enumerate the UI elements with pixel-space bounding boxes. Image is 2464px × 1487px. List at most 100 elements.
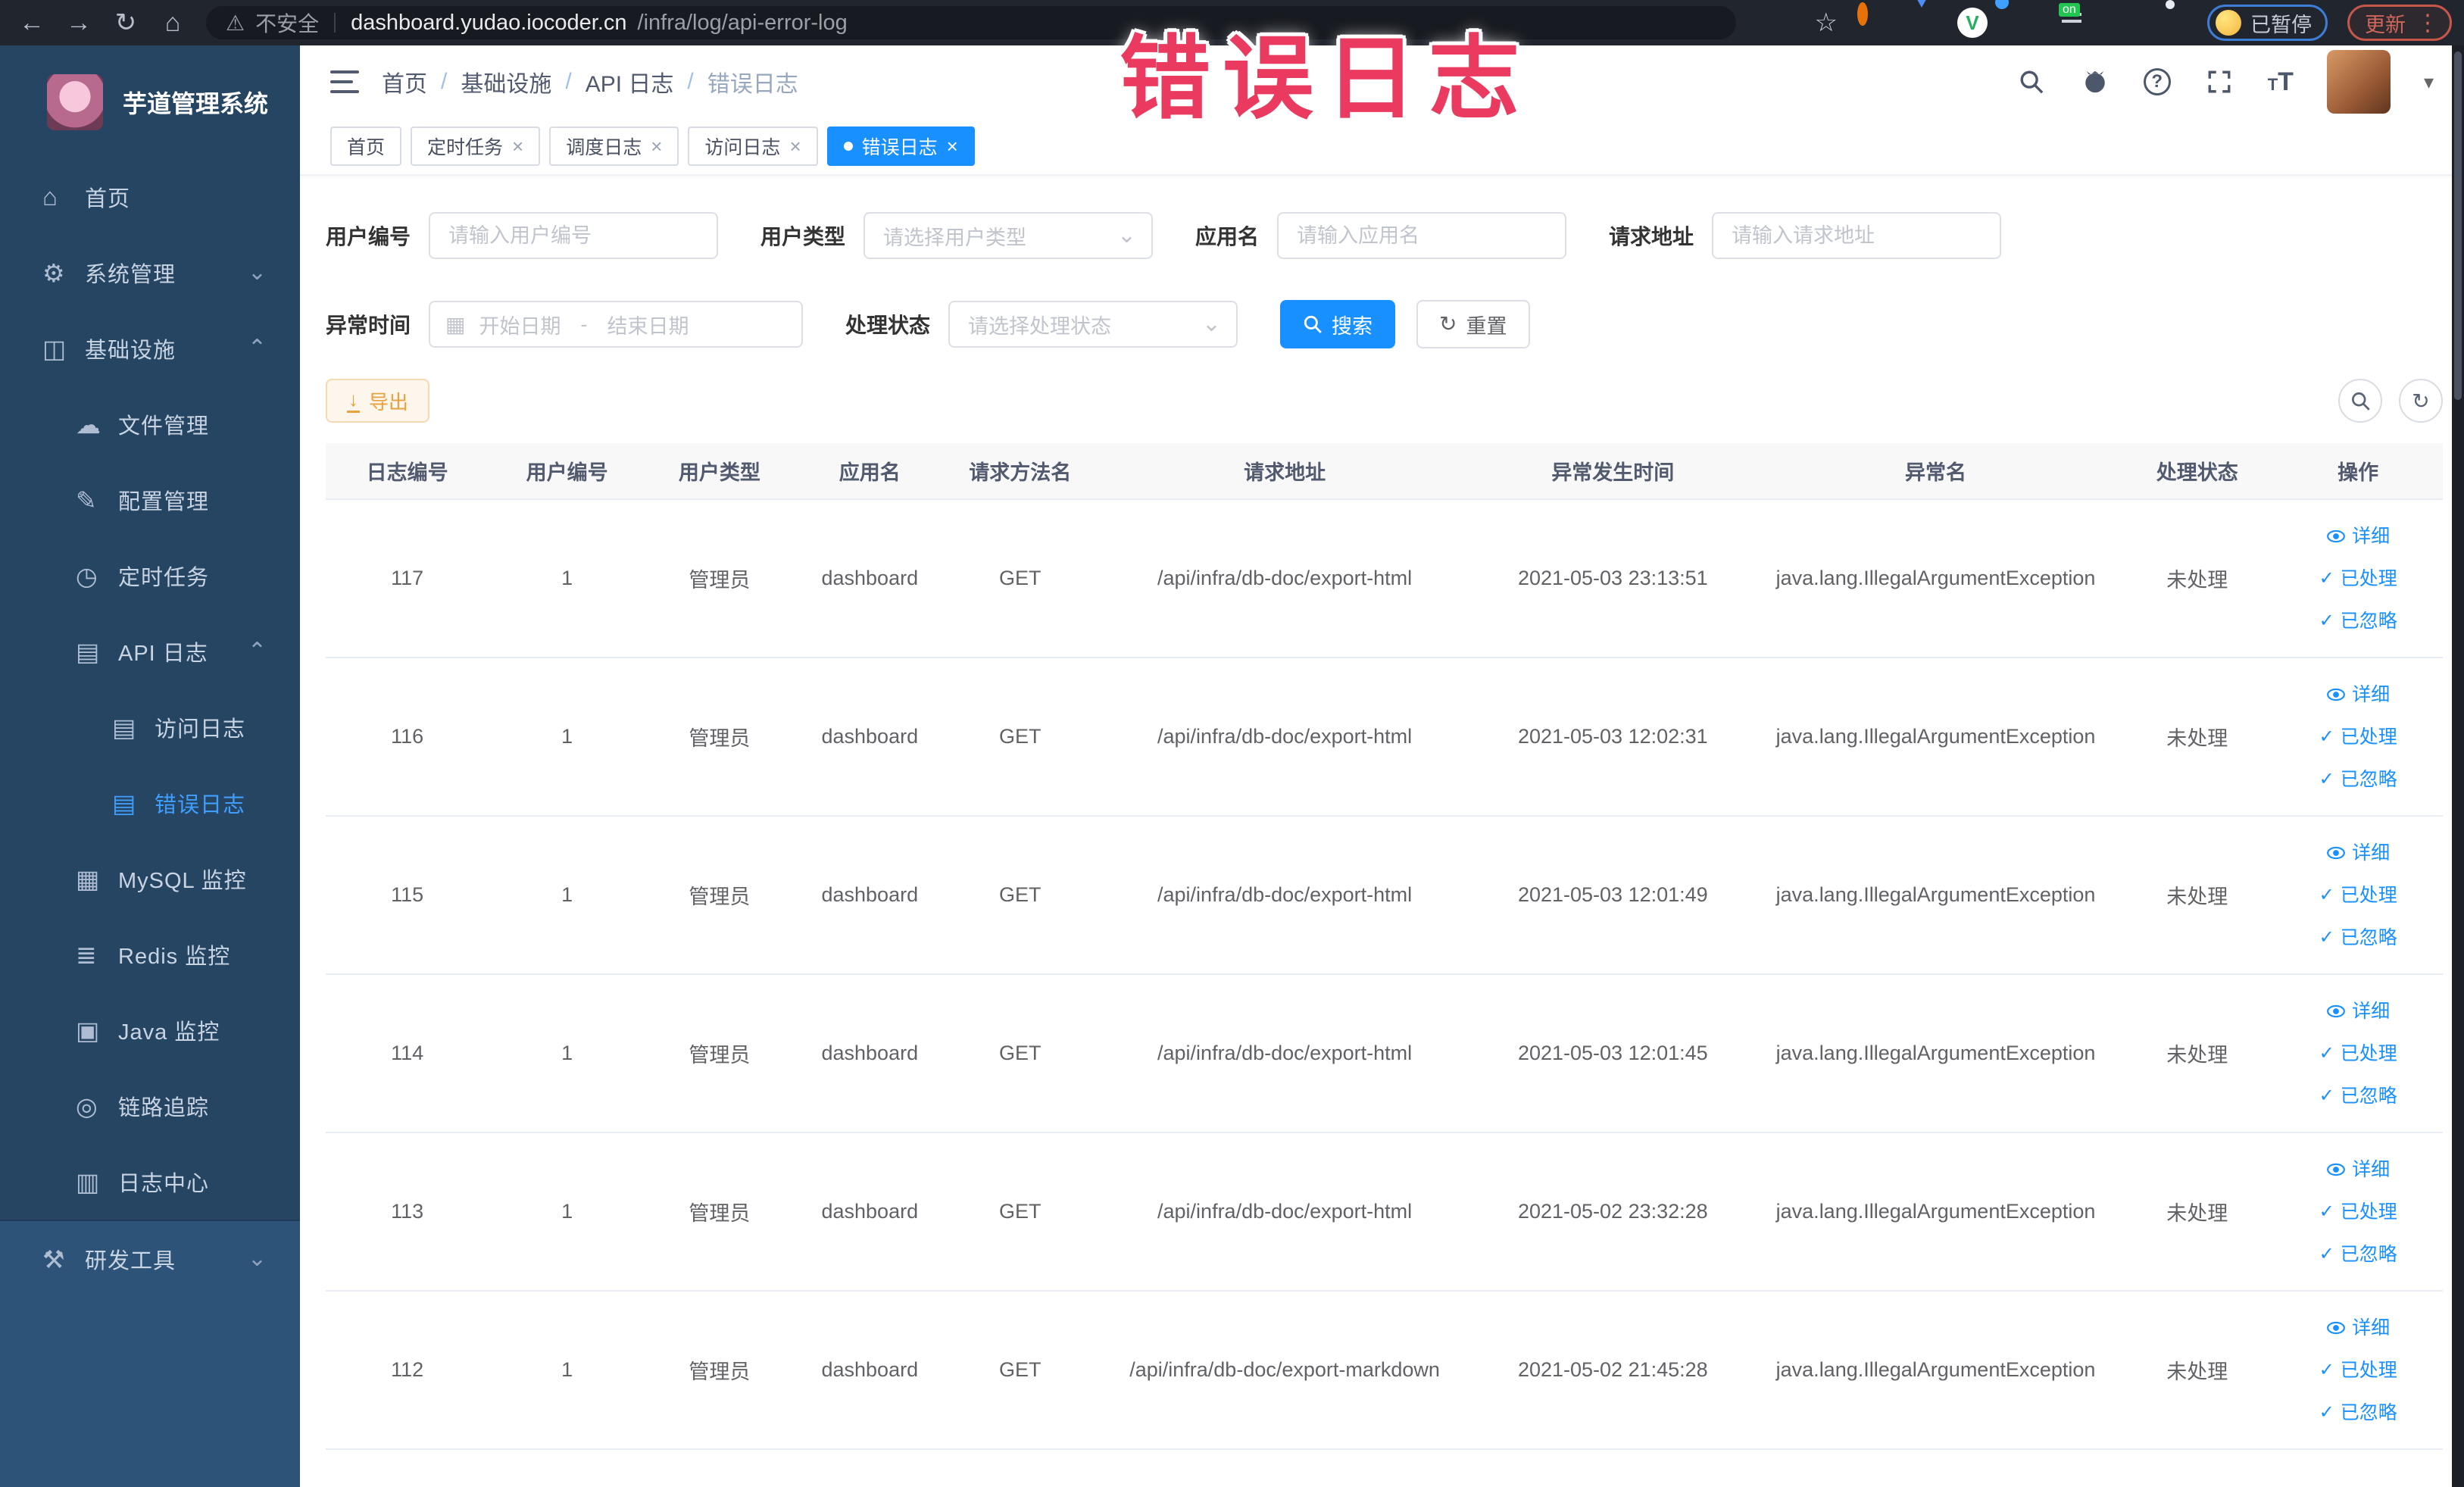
mark-ignored-link[interactable]: ✓ 已忽略 (2279, 917, 2437, 959)
tab-1[interactable]: 定时任务 × (411, 127, 541, 166)
extension-icon-vee[interactable]: V (1957, 8, 1988, 38)
sidebar-item-config[interactable]: ✎ 配置管理 (0, 462, 300, 538)
kebab-menu-icon[interactable]: ⋮ (2416, 10, 2439, 36)
close-icon[interactable]: × (512, 136, 523, 156)
sidebar-item-java-monitor[interactable]: ▣ Java 监控 (0, 992, 300, 1068)
detail-link[interactable]: 详细 (2279, 1307, 2437, 1349)
detail-link[interactable]: 详细 (2279, 990, 2437, 1032)
browser-home-icon[interactable]: ⌂ (153, 3, 192, 42)
extension-icon-orange[interactable] (1857, 2, 1888, 38)
chevron-down-icon[interactable]: ▾ (2424, 70, 2434, 94)
toggle-search-button[interactable] (2338, 379, 2382, 423)
close-icon[interactable]: × (651, 136, 662, 156)
font-size-icon[interactable]: TT (2268, 67, 2294, 97)
cell-request-url: /api/infra/db-doc/export-markdown (1094, 1291, 1476, 1450)
mark-ignored-link[interactable]: ✓ 已忽略 (2279, 1233, 2437, 1276)
sidebar-item-error-log[interactable]: ▤ 错误日志 (0, 765, 300, 841)
refresh-table-button[interactable]: ↻ (2399, 379, 2443, 423)
reset-button[interactable]: ↻ 重置 (1416, 300, 1530, 348)
filter-row-1: 用户编号 用户类型 请选择用户类型 ⌄ 应用名 请求地址 (326, 212, 2443, 259)
mark-ignored-link[interactable]: ✓ 已忽略 (2279, 1392, 2437, 1434)
github-icon[interactable] (2080, 67, 2110, 97)
extension-icon-switch[interactable] (2057, 8, 2088, 38)
tab-3[interactable]: 访问日志 × (688, 127, 818, 166)
tab-4[interactable]: 错误日志 × (826, 127, 975, 166)
filter-process-status-select[interactable]: 请选择处理状态 ⌄ (948, 301, 1238, 348)
collapse-menu-icon[interactable] (330, 70, 359, 93)
user-avatar[interactable] (2326, 50, 2391, 114)
sidebar-item-infra[interactable]: ◫ 基础设施 ⌃ (0, 311, 300, 386)
detail-link[interactable]: 详细 (2279, 1148, 2437, 1191)
sidebar-item-home[interactable]: ⌂ 首页 (0, 159, 300, 235)
sidebar-item-jobs[interactable]: ◷ 定时任务 (0, 538, 300, 614)
extension-icon-grid[interactable] (2007, 8, 2038, 38)
sidebar-item-system[interactable]: ⚙ 系统管理 ⌄ (0, 235, 300, 311)
sidebar-item-devtools[interactable]: ⚒ 研发工具 ⌄ (0, 1221, 300, 1297)
scrollbar-thumb[interactable] (2454, 52, 2462, 400)
table-row: 112 1 管理员 dashboard GET /api/infra/db-do… (326, 1291, 2443, 1450)
cell-user-id: 1 (489, 1291, 646, 1450)
filter-app-name-input[interactable] (1277, 212, 1567, 259)
sidebar-item-label: 定时任务 (118, 566, 210, 590)
ignored-link-label: 已忽略 (2340, 1085, 2397, 1107)
extension-icon-shield[interactable] (1907, 0, 1938, 38)
mark-processed-link[interactable]: ✓ 已处理 (2279, 1032, 2437, 1075)
mark-processed-link[interactable]: ✓ 已处理 (2279, 1191, 2437, 1233)
breadcrumb-separator: / (441, 69, 448, 94)
sidebar-item-log-center[interactable]: ▥ 日志中心 (0, 1144, 300, 1220)
cell-user-type: 管理员 (645, 658, 794, 817)
breadcrumb-home[interactable]: 首页 (382, 65, 427, 98)
mark-processed-link[interactable]: ✓ 已处理 (2279, 716, 2437, 758)
mark-processed-link[interactable]: ✓ 已处理 (2279, 1349, 2437, 1392)
mark-processed-link[interactable]: ✓ 已处理 (2279, 874, 2437, 917)
breadcrumb-infra[interactable]: 基础设施 (461, 65, 551, 98)
sidebar-item-mysql-monitor[interactable]: ▦ MySQL 监控 (0, 841, 300, 917)
table-tools: ↻ (2338, 379, 2443, 423)
cell-actions: 详细 ✓ 已处理 ✓ 已忽略 (2273, 1291, 2443, 1450)
close-icon[interactable]: × (947, 136, 958, 156)
tab-label: 首页 (347, 137, 386, 158)
forward-icon[interactable]: → (59, 3, 98, 42)
browser-scrollbar[interactable] (2452, 45, 2464, 1487)
fullscreen-icon[interactable] (2204, 67, 2234, 97)
close-icon[interactable]: × (789, 136, 801, 156)
sidebar-item-api-log[interactable]: ▤ API 日志 ⌃ (0, 614, 300, 689)
mark-ignored-link[interactable]: ✓ 已忽略 (2279, 600, 2437, 642)
search-icon[interactable] (2016, 67, 2047, 97)
sidebar-logo-row[interactable]: 芋道管理系统 (0, 45, 300, 159)
back-icon[interactable]: ← (12, 3, 52, 42)
puzzle-extension-icon[interactable] (2157, 8, 2188, 38)
extension-icon-plant[interactable] (2107, 8, 2138, 38)
breadcrumb-api-log[interactable]: API 日志 (586, 65, 674, 98)
sidebar-item-trace[interactable]: ◎ 链路追踪 (0, 1068, 300, 1144)
detail-link[interactable]: 详细 (2279, 673, 2437, 716)
table-body: 117 1 管理员 dashboard GET /api/infra/db-do… (326, 499, 2443, 1450)
filter-label: 用户类型 (760, 225, 846, 248)
cell-exception-name: java.lang.IllegalArgumentException (1750, 974, 2122, 1133)
filter-user-type-select[interactable]: 请选择用户类型 ⌄ (863, 212, 1154, 259)
profile-paused-badge[interactable]: 已暂停 (2207, 5, 2328, 41)
mark-ignored-link[interactable]: ✓ 已忽略 (2279, 1075, 2437, 1117)
sidebar-item-redis-monitor[interactable]: ≣ Redis 监控 (0, 917, 300, 992)
detail-link[interactable]: 详细 (2279, 832, 2437, 874)
ignored-link-label: 已忽略 (2340, 1243, 2397, 1265)
browser-update-button[interactable]: 更新 ⋮ (2347, 5, 2452, 41)
search-button[interactable]: 搜索 (1280, 300, 1396, 348)
sidebar-item-files[interactable]: ☁ 文件管理 (0, 386, 300, 462)
help-icon[interactable]: ? (2143, 68, 2171, 95)
export-button[interactable]: ↓ 导出 (326, 379, 430, 423)
security-label[interactable]: 不安全 (255, 8, 319, 38)
tab-2[interactable]: 调度日志 × (549, 127, 679, 166)
bookmark-star-icon[interactable]: ☆ (1815, 8, 1838, 38)
mark-ignored-link[interactable]: ✓ 已忽略 (2279, 758, 2437, 801)
date-range-picker[interactable]: ▦ 开始日期 - 结束日期 (429, 301, 804, 348)
filter-label: 用户编号 (326, 225, 411, 248)
redis-monitor-icon: ≣ (76, 940, 97, 969)
filter-user-id-input[interactable] (429, 212, 719, 259)
reload-icon[interactable]: ↻ (106, 3, 145, 42)
detail-link[interactable]: 详细 (2279, 515, 2437, 558)
mark-processed-link[interactable]: ✓ 已处理 (2279, 558, 2437, 600)
sidebar-item-access-log[interactable]: ▤ 访问日志 (0, 689, 300, 765)
tab-0[interactable]: 首页 (330, 127, 402, 166)
filter-request-url-input[interactable] (1712, 212, 2002, 259)
